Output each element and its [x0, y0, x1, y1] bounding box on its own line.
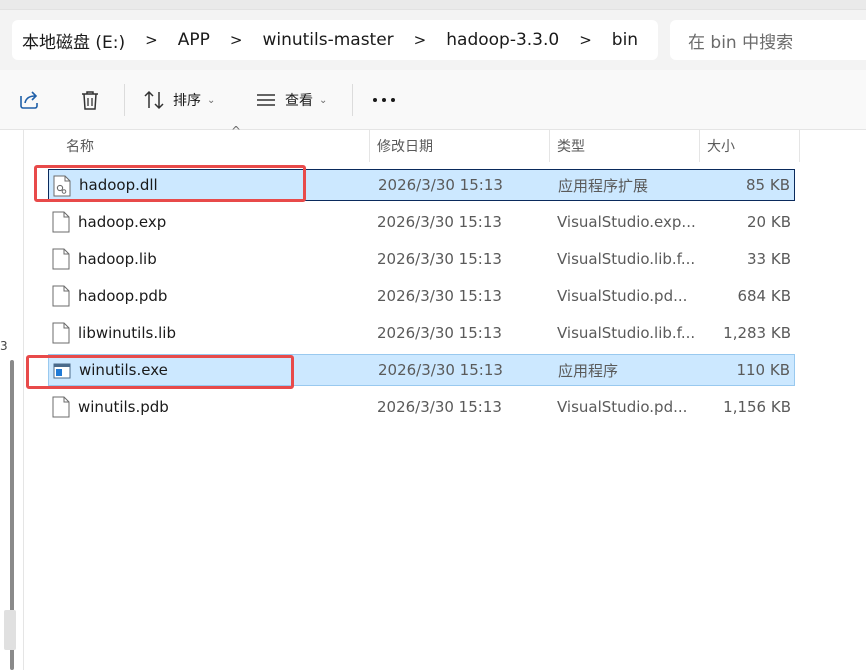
file-row[interactable]: winutils.exe 2026/3/30 15:13 应用程序 110 KB [48, 354, 795, 386]
file-name: libwinutils.lib [78, 324, 176, 342]
file-icon [52, 396, 70, 418]
more-icon [373, 98, 395, 102]
file-row[interactable]: hadoop.pdb 2026/3/30 15:13 VisualStudio.… [48, 280, 795, 312]
sort-ascending-icon: ^ [231, 124, 242, 138]
column-type[interactable]: 类型 [557, 130, 585, 162]
dll-file-icon [53, 175, 71, 197]
file-row[interactable]: winutils.pdb 2026/3/30 15:13 VisualStudi… [48, 391, 795, 423]
file-size: 85 KB [746, 176, 790, 194]
file-size: 1,283 KB [723, 324, 791, 342]
file-name: hadoop.lib [78, 250, 157, 268]
file-icon [52, 211, 70, 233]
column-size[interactable]: 大小 [707, 130, 735, 162]
file-name: hadoop.pdb [78, 287, 168, 305]
file-type: VisualStudio.lib.f... [557, 250, 695, 268]
file-modified: 2026/3/30 15:13 [377, 250, 502, 268]
chevron-down-icon: ⌄ [207, 94, 216, 106]
sort-icon [144, 90, 164, 110]
search-input[interactable]: 在 bin 中搜索 [670, 20, 866, 60]
breadcrumb-item-winutils-master[interactable]: winutils-master [262, 30, 393, 50]
share-icon [20, 91, 38, 109]
file-type: VisualStudio.pd... [557, 398, 688, 416]
file-modified: 2026/3/30 15:13 [378, 361, 503, 379]
view-label: 查看 [285, 93, 313, 109]
view-button[interactable]: 查看 ⌄ [255, 84, 327, 116]
exe-file-icon [53, 363, 71, 379]
view-list-icon [257, 94, 275, 106]
chevron-right-icon[interactable]: > [579, 31, 592, 49]
file-modified: 2026/3/30 15:13 [377, 324, 502, 342]
file-modified: 2026/3/30 15:13 [378, 176, 503, 194]
file-size: 20 KB [747, 213, 791, 231]
title-strip [0, 0, 866, 10]
column-name-label: 名称 [66, 139, 94, 155]
trash-icon [82, 91, 98, 110]
file-modified: 2026/3/30 15:13 [377, 213, 502, 231]
file-type: VisualStudio.lib.f... [557, 324, 695, 342]
file-type: 应用程序 [558, 361, 619, 380]
column-modified[interactable]: 修改日期 [377, 130, 433, 162]
nav-pane-scroll-thumb[interactable] [4, 610, 16, 650]
breadcrumb[interactable]: 本地磁盘 (E:) > APP > winutils-master > hado… [12, 20, 658, 60]
file-icon [52, 322, 70, 344]
file-row[interactable]: libwinutils.lib 2026/3/30 15:13 VisualSt… [48, 317, 795, 349]
file-name: winutils.pdb [78, 398, 169, 416]
breadcrumb-item-drive[interactable]: 本地磁盘 (E:) [22, 28, 125, 53]
column-type-label: 类型 [557, 139, 585, 155]
column-divider[interactable] [369, 130, 370, 162]
file-size: 684 KB [737, 287, 791, 305]
breadcrumb-item-hadoop[interactable]: hadoop-3.3.0 [446, 30, 559, 50]
file-modified: 2026/3/30 15:13 [377, 287, 502, 305]
file-icon [52, 285, 70, 307]
column-size-label: 大小 [707, 139, 735, 155]
search-placeholder: 在 bin 中搜索 [688, 32, 794, 53]
toolbar-divider [124, 84, 125, 116]
column-divider[interactable] [799, 130, 800, 162]
file-type: 应用程序扩展 [558, 176, 649, 195]
file-size: 33 KB [747, 250, 791, 268]
breadcrumb-item-app[interactable]: APP [178, 30, 210, 50]
sort-label: 排序 [173, 93, 201, 109]
column-name[interactable]: 名称 [66, 130, 94, 162]
file-row[interactable]: hadoop.dll 2026/3/30 15:13 应用程序扩展 85 KB [48, 169, 795, 201]
column-header: ^ 名称 修改日期 类型 大小 [24, 124, 866, 162]
file-size: 110 KB [736, 361, 790, 379]
more-options-button[interactable] [372, 84, 396, 116]
toolbar-divider [352, 84, 353, 116]
file-modified: 2026/3/30 15:13 [377, 398, 502, 416]
file-type: VisualStudio.pd... [557, 287, 688, 305]
nav-pane-fragment: 3 [0, 339, 8, 353]
file-icon [52, 248, 70, 270]
column-divider[interactable] [549, 130, 550, 162]
delete-button[interactable] [80, 84, 100, 116]
file-row[interactable]: hadoop.lib 2026/3/30 15:13 VisualStudio.… [48, 243, 795, 275]
chevron-down-icon: ⌄ [319, 94, 328, 106]
sort-button[interactable]: 排序 ⌄ [143, 84, 215, 116]
file-size: 1,156 KB [723, 398, 791, 416]
file-name: hadoop.exp [78, 213, 167, 231]
share-button[interactable] [18, 84, 40, 116]
file-name: winutils.exe [79, 361, 168, 379]
column-divider[interactable] [699, 130, 700, 162]
chevron-right-icon[interactable]: > [145, 31, 158, 49]
column-modified-label: 修改日期 [377, 139, 433, 155]
chevron-right-icon[interactable]: > [414, 31, 427, 49]
chevron-right-icon[interactable]: > [230, 31, 243, 49]
address-bar-area: 本地磁盘 (E:) > APP > winutils-master > hado… [0, 0, 866, 70]
file-name: hadoop.dll [79, 176, 158, 194]
command-bar: 排序 ⌄ 查看 ⌄ [0, 70, 866, 130]
file-type: VisualStudio.exp... [557, 213, 695, 231]
breadcrumb-item-bin[interactable]: bin [612, 30, 638, 50]
file-row[interactable]: hadoop.exp 2026/3/30 15:13 VisualStudio.… [48, 206, 795, 238]
